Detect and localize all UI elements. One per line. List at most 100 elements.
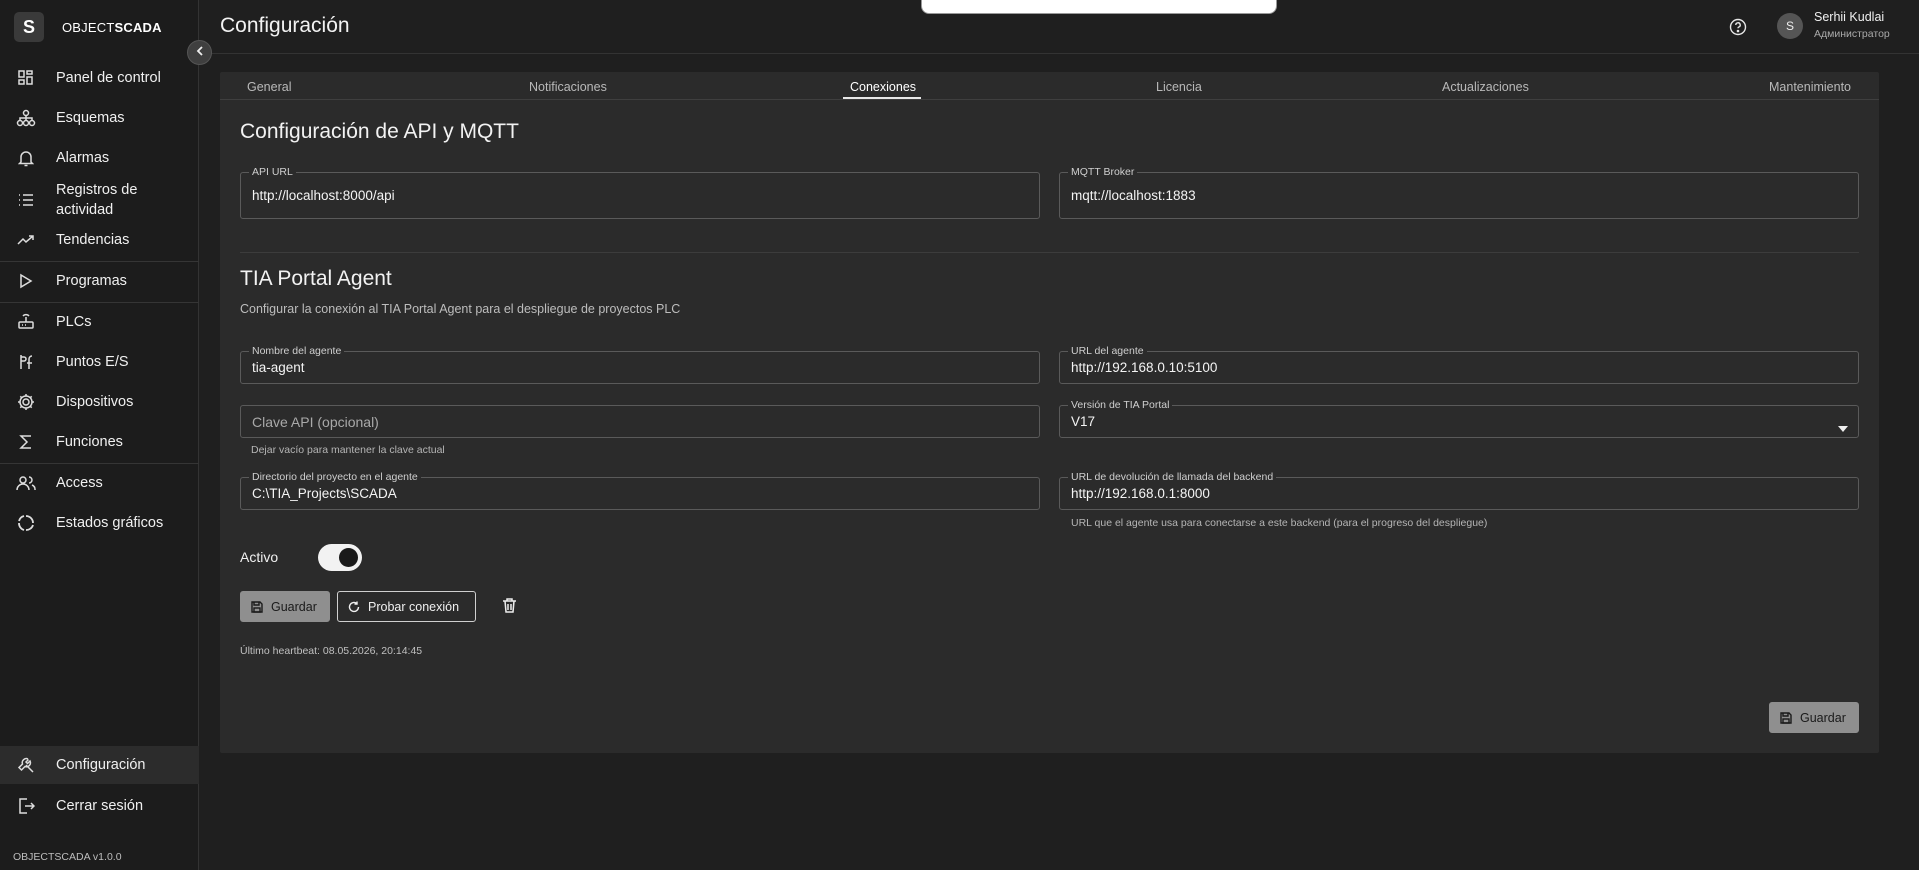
agent-url-value: http://192.168.0.10:5100 — [1071, 360, 1218, 375]
sidebar-item-label: Estados gráficos — [56, 515, 164, 531]
tab-conexiones[interactable]: Conexiones — [850, 80, 916, 94]
save-all-button[interactable]: Guardar — [1769, 702, 1859, 733]
sidebar-item-access[interactable]: Access — [0, 465, 199, 501]
tia-version-select[interactable]: Versión de TIA Portal V17 — [1059, 399, 1859, 438]
test-connection-button[interactable]: Probar conexión — [337, 591, 476, 622]
tab-mantenimiento[interactable]: Mantenimiento — [1769, 80, 1851, 94]
api-section-title: Configuración de API y MQTT — [240, 120, 519, 143]
sidebar-item-funciones[interactable]: Funciones — [0, 424, 199, 460]
sidebar-item-registros[interactable]: Registros de actividad — [0, 180, 199, 220]
api-url-value: http://localhost:8000/api — [252, 188, 395, 203]
sidebar-item-puntos-es[interactable]: Puntos E/S — [0, 344, 199, 380]
project-dir-value: C:\TIA_Projects\SCADA — [252, 486, 397, 501]
save-icon — [1780, 711, 1792, 724]
api-key-field[interactable]: Clave API (opcional) — [240, 405, 1040, 438]
sidebar-item-alarmas[interactable]: Alarmas — [0, 140, 199, 176]
sidebar-item-tendencias[interactable]: Tendencias — [0, 222, 199, 258]
sidebar-item-plcs[interactable]: PLCs — [0, 304, 199, 340]
sidebar-item-label: Cerrar sesión — [56, 798, 144, 814]
sidebar-collapse-button[interactable] — [187, 40, 212, 65]
user-name: Serhii Kudlai — [1814, 10, 1885, 24]
sidebar-item-estados-graficos[interactable]: Estados gráficos — [0, 505, 199, 541]
save-icon — [251, 600, 263, 613]
sidebar-item-dispositivos[interactable]: Dispositivos — [0, 384, 199, 420]
sidebar-item-cerrar-sesion[interactable]: Cerrar sesión — [0, 787, 199, 825]
settings-tabs: General Notificaciones Conexiones Licenc… — [220, 72, 1879, 100]
project-dir-field[interactable]: Directorio del proyecto en el agente C:\… — [240, 471, 1040, 510]
last-heartbeat: Último heartbeat: 08.05.2026, 20:14:45 — [240, 645, 423, 657]
api-url-label: API URL — [249, 166, 296, 178]
settings-panel: General Notificaciones Conexiones Licenc… — [220, 72, 1879, 753]
active-tab-indicator — [843, 97, 921, 99]
tab-notificaciones[interactable]: Notificaciones — [529, 80, 607, 94]
api-key-helper: Dejar vacío para mantener la clave actua… — [251, 444, 445, 456]
sidebar-item-label: Esquemas — [56, 110, 125, 126]
users-icon — [16, 473, 36, 493]
sidebar-item-label: Configuración — [56, 757, 146, 773]
sidebar-item-label: Dispositivos — [56, 394, 134, 410]
agent-name-field[interactable]: Nombre del agente tia-agent — [240, 345, 1040, 384]
wrench-icon — [16, 755, 36, 775]
save-agent-button[interactable]: Guardar — [240, 591, 330, 622]
sidebar-item-label: PLCs — [56, 314, 92, 330]
avatar[interactable]: S — [1777, 13, 1803, 39]
user-role: Администратор — [1814, 28, 1890, 40]
agent-url-field[interactable]: URL del agente http://192.168.0.10:5100 — [1059, 345, 1859, 384]
mqtt-broker-field[interactable]: MQTT Broker mqtt://localhost:1883 — [1059, 166, 1859, 219]
schema-icon — [16, 108, 36, 128]
mqtt-broker-value: mqtt://localhost:1883 — [1071, 188, 1196, 203]
tab-licencia[interactable]: Licencia — [1156, 80, 1202, 94]
mqtt-broker-label: MQTT Broker — [1068, 166, 1138, 178]
active-toggle[interactable] — [318, 544, 362, 571]
sidebar-divider — [0, 302, 199, 303]
chevron-left-icon — [194, 44, 206, 62]
sigma-icon — [16, 432, 36, 452]
callback-url-helper: URL que el agente usa para conectarse a … — [1071, 517, 1488, 529]
dashboard-icon — [16, 68, 36, 88]
io-points-icon — [16, 352, 36, 372]
gear-icon — [16, 392, 36, 412]
save-all-label: Guardar — [1800, 710, 1846, 725]
sidebar-item-label: Puntos E/S — [56, 354, 129, 370]
bell-icon — [16, 148, 36, 168]
list-icon — [16, 190, 36, 210]
circle-states-icon — [16, 513, 36, 533]
logout-icon — [16, 796, 36, 816]
trend-icon — [16, 230, 36, 250]
delete-agent-button[interactable] — [502, 597, 517, 619]
tab-general[interactable]: General — [247, 80, 291, 94]
logo-text-bold: SCADA — [114, 19, 162, 35]
callback-url-field[interactable]: URL de devolución de llamada del backend… — [1059, 471, 1859, 510]
sidebar-item-label: Access — [56, 475, 103, 491]
sidebar-item-label: Alarmas — [56, 150, 110, 166]
sidebar-item-label: Panel de control — [56, 70, 161, 86]
tab-actualizaciones[interactable]: Actualizaciones — [1442, 80, 1529, 94]
router-icon — [16, 312, 36, 332]
agent-name-value: tia-agent — [252, 360, 305, 375]
sidebar-item-configuracion[interactable]: Configuración — [0, 746, 199, 784]
api-url-field[interactable]: API URL http://localhost:8000/api — [240, 166, 1040, 219]
sidebar: S OBJECTSCADA Panel de control Esquemas … — [0, 0, 199, 870]
save-agent-label: Guardar — [271, 599, 317, 614]
help-icon — [1729, 18, 1747, 40]
test-connection-label: Probar conexión — [368, 599, 460, 614]
project-dir-label: Directorio del proyecto en el agente — [249, 471, 421, 483]
logo-icon: S — [14, 12, 44, 42]
help-button[interactable] — [1729, 18, 1747, 36]
api-key-placeholder: Clave API (opcional) — [252, 414, 379, 430]
sidebar-item-label: Funciones — [56, 434, 123, 450]
refresh-icon — [348, 601, 360, 613]
tia-section-title: TIA Portal Agent — [240, 267, 392, 290]
sidebar-item-panel-de-control[interactable]: Panel de control — [0, 60, 199, 96]
tia-section-description: Configurar la conexión al TIA Portal Age… — [240, 302, 681, 316]
sidebar-divider — [0, 261, 199, 262]
tia-version-label: Versión de TIA Portal — [1068, 399, 1173, 411]
trash-icon — [502, 598, 517, 618]
app-logo[interactable]: S OBJECTSCADA — [14, 12, 162, 42]
sidebar-item-esquemas[interactable]: Esquemas — [0, 100, 199, 136]
agent-url-label: URL del agente — [1068, 345, 1147, 357]
popup-overlay — [921, 0, 1277, 14]
sidebar-item-programas[interactable]: Programas — [0, 263, 199, 299]
callback-url-value: http://192.168.0.1:8000 — [1071, 486, 1210, 501]
agent-name-label: Nombre del agente — [249, 345, 345, 357]
